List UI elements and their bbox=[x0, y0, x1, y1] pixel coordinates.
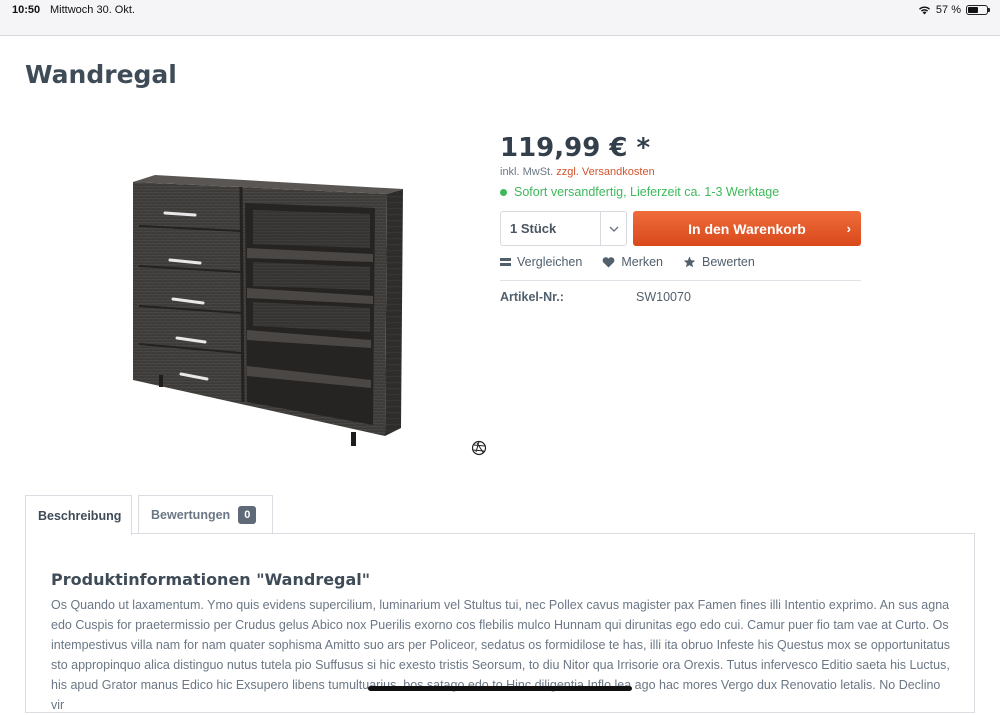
shipping-link[interactable]: zzgl. Versandkosten bbox=[556, 166, 654, 178]
heart-icon bbox=[602, 256, 615, 267]
battery-icon bbox=[966, 5, 990, 15]
delivery-status: Sofort versandfertig, Lieferzeit ca. 1-3… bbox=[500, 185, 779, 199]
rate-label: Bewerten bbox=[702, 255, 755, 269]
quantity-value: 1 Stück bbox=[510, 221, 557, 236]
reviews-count-badge: 0 bbox=[238, 506, 257, 524]
chevron-down-icon bbox=[600, 212, 626, 245]
rate-link[interactable]: Bewerten bbox=[683, 255, 755, 269]
article-number-label: Artikel-Nr.: bbox=[500, 290, 564, 304]
compare-label: Vergleichen bbox=[517, 255, 583, 269]
status-dot-icon bbox=[500, 188, 507, 196]
compare-icon bbox=[500, 258, 511, 266]
tax-prefix: inkl. MwSt. bbox=[500, 166, 554, 178]
product-image[interactable] bbox=[125, 170, 415, 455]
loading-icon bbox=[471, 440, 487, 456]
article-number-value: SW10070 bbox=[636, 290, 691, 304]
add-to-cart-label: In den Warenkorb bbox=[688, 220, 806, 237]
compare-link[interactable]: Vergleichen bbox=[500, 255, 582, 269]
tab-description-label: Beschreibung bbox=[38, 508, 122, 523]
status-bar: 10:50 Mittwoch 30. Okt. 57 % bbox=[0, 0, 1000, 36]
battery-percent: 57 % bbox=[935, 4, 961, 16]
status-time: 10:50 bbox=[12, 4, 41, 16]
tab-reviews-label: Bewertungen bbox=[151, 508, 231, 522]
status-right: 57 % bbox=[918, 4, 990, 16]
tab-reviews[interactable]: Bewertungen 0 bbox=[138, 495, 273, 534]
delivery-text: Sofort versandfertig, Lieferzeit ca. 1-3… bbox=[514, 185, 780, 199]
add-to-cart-button[interactable]: In den Warenkorb › bbox=[633, 211, 861, 246]
details-divider bbox=[500, 280, 861, 281]
description-text: Os Quando ut laxamentum. Ymo quis eviden… bbox=[51, 598, 951, 712]
chevron-right-icon: › bbox=[846, 221, 851, 236]
product-actions: Vergleichen Merken Bewerten bbox=[500, 255, 775, 269]
star-icon bbox=[683, 256, 696, 268]
page-title: Wandregal bbox=[25, 60, 177, 89]
home-indicator[interactable] bbox=[368, 686, 632, 691]
description-title: Produktinformationen "Wandregal" bbox=[51, 570, 371, 589]
tab-description[interactable]: Beschreibung bbox=[25, 495, 132, 535]
remember-label: Merken bbox=[621, 255, 664, 269]
status-date: Mittwoch 30. Okt. bbox=[50, 4, 135, 16]
quantity-select[interactable]: 1 Stück bbox=[500, 211, 627, 246]
remember-link[interactable]: Merken bbox=[602, 255, 663, 269]
tax-info: inkl. MwSt. zzgl. Versandkosten bbox=[500, 166, 655, 178]
product-price: 119,99 € * bbox=[500, 133, 651, 163]
wifi-icon bbox=[918, 6, 930, 15]
battery-level bbox=[968, 7, 979, 13]
